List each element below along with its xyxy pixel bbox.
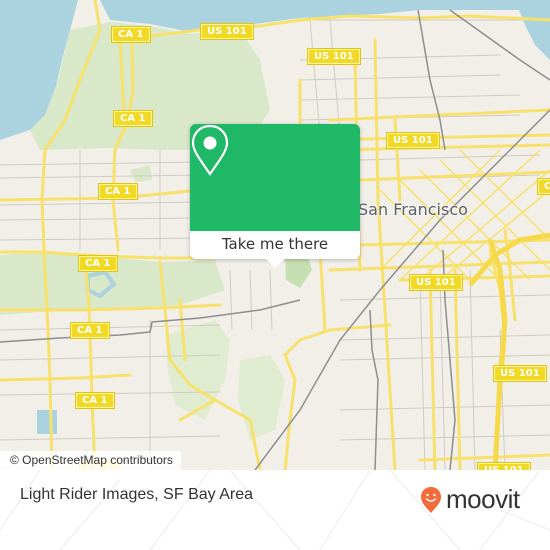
road-shield-us101: US 101	[386, 132, 440, 149]
road-shield-us101: US 101	[409, 274, 463, 291]
twin-peaks-park	[238, 355, 285, 440]
moovit-wordmark: moovit	[446, 484, 520, 514]
take-me-there-button[interactable]: Take me there	[190, 231, 360, 259]
road-shield-ca1: CA 1	[537, 178, 550, 195]
popup-pointer	[266, 259, 284, 268]
road-shield-ca1: CA 1	[113, 110, 153, 127]
road-shield-ca1: CA 1	[111, 26, 151, 43]
lake-merced-pond	[37, 410, 57, 434]
park-west	[130, 165, 152, 182]
bay-east	[515, 0, 550, 60]
road-shield-us101: US 101	[477, 462, 531, 470]
road-shield-us101: US 101	[493, 365, 547, 382]
road-shield-ca1: CA 1	[70, 322, 110, 339]
moovit-logo: moovit	[420, 484, 520, 515]
location-popup: Take me there	[190, 124, 360, 268]
city-label: San Francisco	[358, 200, 468, 219]
road-shield-us101: US 101	[200, 23, 254, 40]
sutro-park	[165, 320, 230, 420]
popup-header	[190, 124, 360, 231]
place-title: Light Rider Images, SF Bay Area	[20, 486, 253, 503]
map-attribution[interactable]: © OpenStreetMap contributors	[0, 451, 181, 470]
road-shield-ca1: CA 1	[98, 183, 138, 200]
location-pin-icon	[191, 124, 229, 176]
road-shield-ca1: CA 1	[75, 392, 115, 409]
map-view[interactable]: CA 1 US 101 CA 1 US 101 CA 1 US 101 CA 1…	[0, 0, 550, 470]
road-shield-ca1: CA 1	[78, 255, 118, 272]
moovit-pin-icon	[421, 486, 441, 513]
road-shield-us101: US 101	[307, 48, 361, 65]
footer-bar: Light Rider Images, SF Bay Area moovit	[0, 470, 550, 550]
